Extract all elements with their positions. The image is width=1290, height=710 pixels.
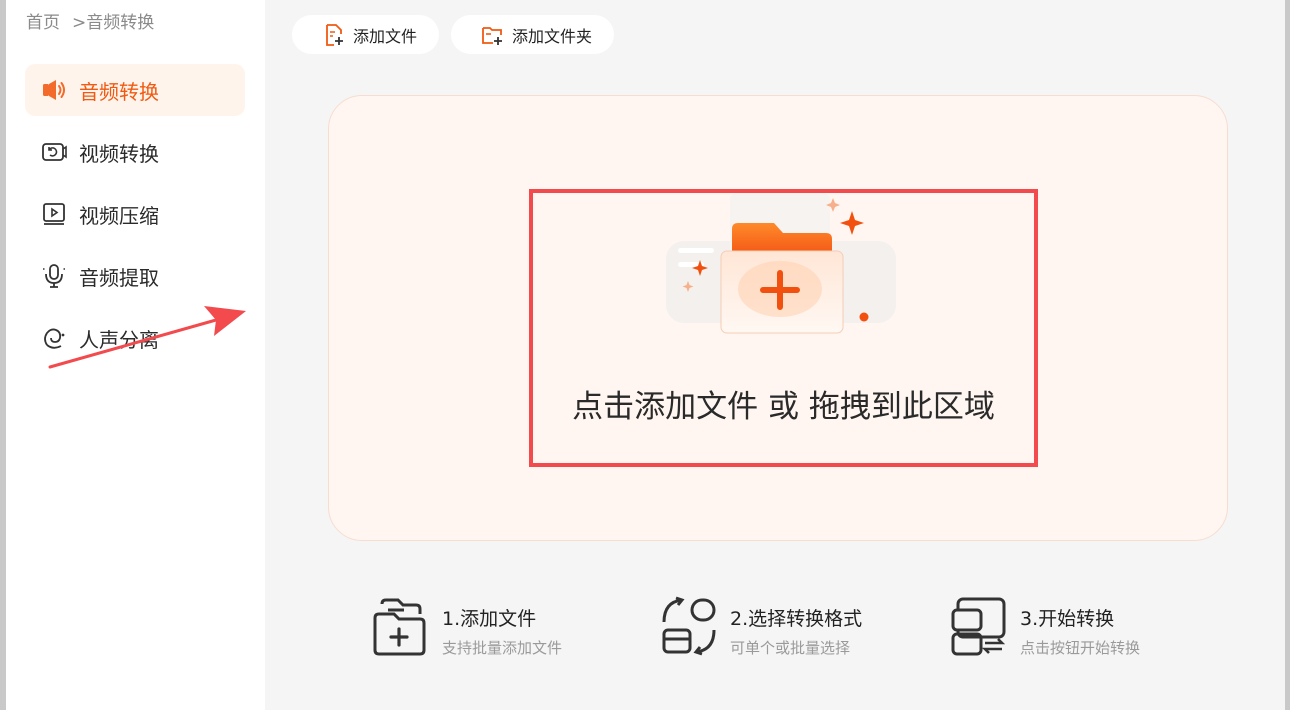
folder-plus-icon xyxy=(373,598,426,656)
sidebar-item-label: 视频转换 xyxy=(79,141,159,166)
folder-add-illustration-icon xyxy=(666,193,896,334)
folder-add-icon xyxy=(482,26,503,45)
step-subtitle: 点击按钮开始转换 xyxy=(1020,639,1141,657)
speaker-icon xyxy=(43,80,65,100)
breadcrumb: 首页 >音频转换 xyxy=(26,8,154,33)
step-title: 1.添加文件 xyxy=(442,608,537,630)
step-subtitle: 支持批量添加文件 xyxy=(442,639,563,657)
step-add-file: 1.添加文件 支持批量添加文件 xyxy=(372,596,562,658)
add-folder-label: 添加文件夹 xyxy=(512,26,593,46)
toolbar: 添加文件 添加文件夹 xyxy=(292,15,615,54)
step-start-convert: 3.开始转换 点击按钮开始转换 xyxy=(950,596,1140,658)
breadcrumb-home[interactable]: 首页 xyxy=(26,8,60,33)
step-title: 2.选择转换格式 xyxy=(730,608,863,630)
microphone-icon xyxy=(43,264,65,288)
video-camera-icon xyxy=(42,143,67,161)
app-window: 首页 >音频转换 音频转换 视频转换 视频压缩 音频提取 人声分离 添加文件 添… xyxy=(6,0,1285,710)
drop-zone-text: 点击添加文件 或 拖拽到此区域 xyxy=(572,389,995,425)
sidebar-item-label: 音频转换 xyxy=(79,79,159,104)
annotation-arrow-icon xyxy=(48,306,246,369)
sidebar-item-audio-extract[interactable]: 音频提取 xyxy=(25,250,245,302)
step-title: 3.开始转换 xyxy=(1020,608,1115,630)
sidebar-item-label: 视频压缩 xyxy=(79,203,159,228)
breadcrumb-current: >音频转换 xyxy=(72,13,155,33)
step-choose-format: 2.选择转换格式 可单个或批量选择 xyxy=(660,596,862,658)
sidebar-item-label: 音频提取 xyxy=(79,265,159,290)
format-convert-icon xyxy=(662,596,716,656)
sidebar-item-audio-convert[interactable]: 音频转换 xyxy=(25,64,245,116)
step-subtitle: 可单个或批量选择 xyxy=(730,639,851,657)
main-panel: 添加文件 添加文件夹 点击添加文件 或 拖拽到此区域 1.添加文件 支持批量添加… xyxy=(265,0,1285,710)
file-add-icon xyxy=(326,23,343,46)
sidebar-item-video-compress[interactable]: 视频压缩 xyxy=(25,188,245,240)
add-file-button[interactable]: 添加文件 xyxy=(292,15,440,54)
add-file-label: 添加文件 xyxy=(353,26,418,46)
add-folder-button[interactable]: 添加文件夹 xyxy=(451,15,615,54)
highlight-box: 点击添加文件 或 拖拽到此区域 xyxy=(529,189,1038,467)
steps-guide: 1.添加文件 支持批量添加文件 2.选择转换格式 可单个或批量选择 3.开始转换… xyxy=(372,596,1192,660)
file-drop-zone[interactable]: 点击添加文件 或 拖拽到此区域 xyxy=(328,95,1228,541)
start-convert-icon xyxy=(951,597,1006,656)
sidebar-item-video-convert[interactable]: 视频转换 xyxy=(25,126,245,178)
video-compress-icon xyxy=(43,203,65,225)
